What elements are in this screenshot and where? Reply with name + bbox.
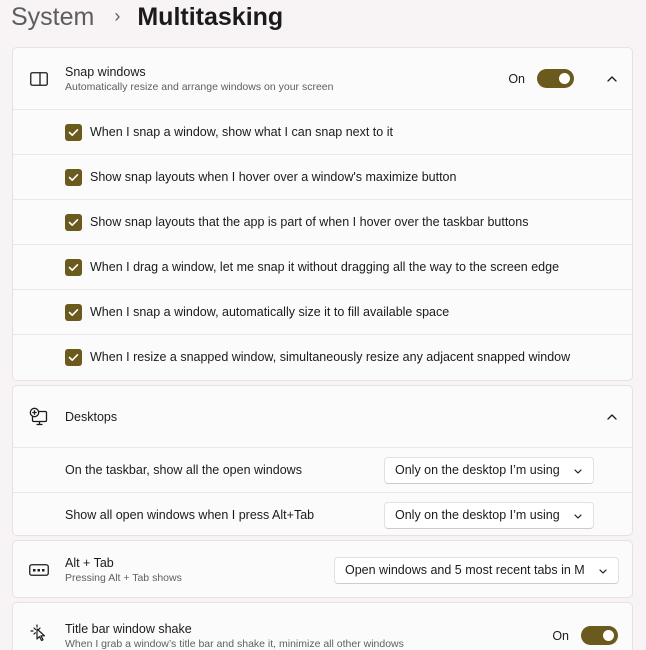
snap-option-row[interactable]: When I snap a window, automatically size… <box>13 289 632 334</box>
snap-windows-icon <box>29 69 49 89</box>
checkmark-icon <box>68 218 79 226</box>
chevron-down-icon <box>574 468 582 474</box>
alt-tab-titles: Alt + Tab Pressing Alt + Tab shows <box>65 555 182 585</box>
snap-option-label: When I drag a window, let me snap it wit… <box>90 260 560 274</box>
snap-option-row[interactable]: When I snap a window, show what I can sn… <box>13 109 632 154</box>
snap-option-row[interactable]: When I drag a window, let me snap it wit… <box>13 244 632 289</box>
chevron-down-icon <box>574 513 582 519</box>
desktops-title: Desktops <box>65 409 118 424</box>
snap-option-label: Show snap layouts that the app is part o… <box>90 215 529 229</box>
snap-windows-subtitle: Automatically resize and arrange windows… <box>65 80 334 93</box>
desktops-card: Desktops On the taskbar, show all the op… <box>12 385 633 536</box>
snap-option-label: When I resize a snapped window, simultan… <box>90 350 571 364</box>
alt-tab-dropdown[interactable]: Open windows and 5 most recent tabs in M <box>334 556 619 584</box>
checkmark-icon <box>68 263 79 271</box>
snap-option-row[interactable]: Show snap layouts when I hover over a wi… <box>13 154 632 199</box>
window-shake-toggle[interactable] <box>581 626 618 645</box>
alttab-desktop-label: Show all open windows when I press Alt+T… <box>65 508 315 522</box>
desktops-setting-row: On the taskbar, show all the open window… <box>13 447 632 492</box>
checkmark-icon <box>68 353 79 361</box>
toggle-knob <box>603 630 614 641</box>
snap-windows-toggle-group: On <box>508 69 574 88</box>
snap-option-checkbox[interactable] <box>65 303 82 321</box>
snap-option-checkbox[interactable] <box>65 123 82 141</box>
alttab-desktop-dropdown[interactable]: Only on the desktop I’m using <box>384 501 594 529</box>
breadcrumb-system-link[interactable]: System <box>11 3 94 32</box>
checkmark-icon <box>68 173 79 181</box>
taskbar-windows-dropdown[interactable]: Only on the desktop I’m using <box>384 456 594 484</box>
snap-option-row[interactable]: When I resize a snapped window, simultan… <box>13 334 632 379</box>
window-shake-card: Title bar window shake When I grab a win… <box>12 602 633 650</box>
window-shake-title: Title bar window shake <box>65 622 192 636</box>
chevron-up-icon[interactable] <box>605 72 619 86</box>
virtual-desktops-icon <box>29 407 49 427</box>
alt-tab-subtitle: Pressing Alt + Tab shows <box>65 572 182 584</box>
desktops-header[interactable]: Desktops <box>13 386 632 447</box>
window-shake-titles: Title bar window shake When I grab a win… <box>65 621 404 650</box>
chevron-up-icon[interactable] <box>605 410 619 424</box>
window-shake-subtitle: When I grab a window’s title bar and sha… <box>65 638 404 650</box>
desktops-titles: Desktops <box>65 409 117 425</box>
snap-windows-header[interactable]: Snap windows Automatically resize and ar… <box>13 48 632 109</box>
snap-option-label: When I snap a window, automatically size… <box>90 305 450 319</box>
snap-windows-card: Snap windows Automatically resize and ar… <box>12 47 633 381</box>
page-title: Multitasking <box>137 2 284 31</box>
chevron-down-icon <box>599 568 607 574</box>
snap-windows-title: Snap windows <box>65 64 146 79</box>
snap-option-row[interactable]: Show snap layouts that the app is part o… <box>13 199 632 244</box>
alt-tab-value: Open windows and 5 most recent tabs in M <box>345 563 585 577</box>
snap-option-checkbox[interactable] <box>65 213 82 231</box>
snap-option-checkbox[interactable] <box>65 258 82 276</box>
taskbar-windows-value: Only on the desktop I’m using <box>395 463 560 477</box>
snap-option-checkbox[interactable] <box>65 168 82 186</box>
snap-option-label: When I snap a window, show what I can sn… <box>90 125 393 139</box>
snap-windows-toggle[interactable] <box>537 69 574 88</box>
snap-windows-titles: Snap windows Automatically resize and ar… <box>65 64 333 94</box>
window-shake-icon <box>29 623 49 643</box>
alt-tab-title: Alt + Tab <box>65 556 114 570</box>
taskbar-windows-label: On the taskbar, show all the open window… <box>65 463 302 477</box>
multitasking-settings-page: System › Multitasking Snap windows Autom… <box>0 0 646 650</box>
window-shake-toggle-group: On <box>552 626 618 645</box>
snap-windows-toggle-state: On <box>508 71 525 86</box>
snap-option-label: Show snap layouts when I hover over a wi… <box>90 170 457 184</box>
checkmark-icon <box>68 308 79 316</box>
snap-option-checkbox[interactable] <box>65 348 82 366</box>
checkmark-icon <box>68 128 79 136</box>
window-shake-toggle-state: On <box>552 628 569 643</box>
alt-tab-icon <box>29 560 49 580</box>
desktops-setting-row: Show all open windows when I press Alt+T… <box>13 492 632 535</box>
breadcrumb-separator-icon: › <box>114 5 121 26</box>
alt-tab-card: Alt + Tab Pressing Alt + Tab shows Open … <box>12 540 633 598</box>
alt-tab-row: Alt + Tab Pressing Alt + Tab shows Open … <box>13 541 632 597</box>
alttab-desktop-value: Only on the desktop I’m using <box>395 508 560 522</box>
window-shake-row: Title bar window shake When I grab a win… <box>13 603 632 650</box>
toggle-knob <box>559 73 570 84</box>
breadcrumb: System › Multitasking <box>11 0 283 34</box>
